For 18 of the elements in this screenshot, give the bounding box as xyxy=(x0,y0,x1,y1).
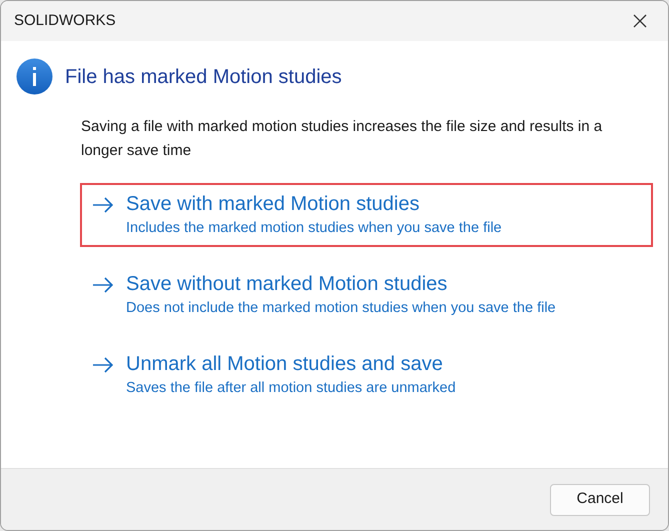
description-text: Saving a file with marked motion studies increases the file size and results in a longer save time xyxy=(81,117,604,161)
arrow-icon xyxy=(92,197,114,213)
option-title: Save with marked Motion studies xyxy=(126,192,420,217)
command-link[interactable]: Save with marked Motion studies Includes the marked motion studies when you save the file xyxy=(80,183,653,247)
command-link[interactable]: Unmark all Motion studies and save Saves the file after all motion studies are unmarked xyxy=(80,343,653,407)
option-description: Does not include the marked motion studies when you save the file xyxy=(126,299,556,318)
arrow-icon xyxy=(92,277,114,293)
option-description: Saves the file after all motion studies are unmarked xyxy=(126,379,456,398)
window-title: SOLIDWORKS xyxy=(14,10,116,31)
dialog-heading: File has marked Motion studies xyxy=(65,64,342,90)
cancel-button[interactable]: Cancel xyxy=(550,484,650,516)
option-title: Unmark all Motion studies and save xyxy=(126,352,444,377)
option-title: Save without marked Motion studies xyxy=(126,272,448,297)
info-icon xyxy=(16,58,53,95)
option-description: Includes the marked motion studies when you save the file xyxy=(126,219,502,238)
close-icon xyxy=(633,14,647,28)
command-link[interactable]: Save without marked Motion studies Does not include the marked motion studies when you save the file xyxy=(80,263,653,327)
arrow-icon xyxy=(92,357,114,373)
